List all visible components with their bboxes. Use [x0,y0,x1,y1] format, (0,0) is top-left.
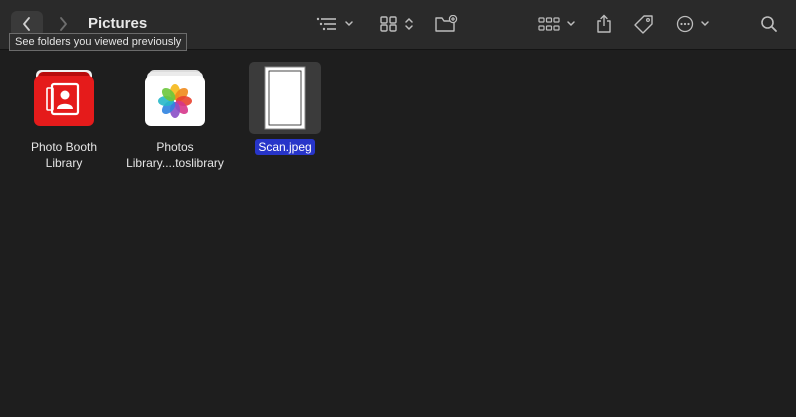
more-icon [676,15,694,33]
grid-view-icon [380,16,397,32]
share-icon [597,14,611,33]
up-down-chevron-icon [405,17,413,31]
more-actions-button[interactable] [676,12,710,36]
file-label: Scan.jpeg [255,139,315,155]
view-mode-button[interactable] [380,12,414,36]
chevron-left-icon [23,17,30,31]
back-button-tooltip: See folders you viewed previously [9,33,188,51]
document-thumbnail-icon [264,66,306,130]
photo-booth-library-icon [34,70,94,126]
file-label: Photo Booth Library [31,139,97,171]
file-item-scan-jpeg[interactable]: Scan.jpeg [235,62,335,155]
chevron-down-icon [567,21,575,27]
sort-options-button[interactable] [316,12,354,36]
photos-library-icon [145,70,205,126]
file-item-photos-library[interactable]: Photos Library....toslibrary [125,62,225,171]
tag-icon [634,15,653,34]
file-item-photo-booth-library[interactable]: Photo Booth Library [14,62,114,171]
file-label-line: Photos [156,140,194,154]
list-view-icon [316,17,336,31]
chevron-down-icon [345,21,353,27]
file-label: Photos Library....toslibrary [126,139,224,171]
tag-button[interactable] [634,12,654,36]
window-title: Pictures [88,15,148,32]
search-icon [761,16,777,32]
file-label-line: Photo Booth [30,140,98,154]
file-thumbnail [139,62,211,134]
finder-window: Pictures See folders you viewed previous… [0,0,796,417]
chevron-down-icon [701,21,709,27]
new-folder-icon [435,15,458,32]
new-folder-button[interactable] [434,12,458,36]
group-button[interactable] [538,12,576,36]
file-thumbnail [249,62,321,134]
search-button[interactable] [760,12,778,36]
file-thumbnail [28,62,100,134]
group-icon [538,17,560,31]
file-icon-grid: Photo Booth Library Photos Library....to… [0,50,796,417]
chevron-right-icon [60,17,67,31]
file-label-line: Library....toslibrary [126,156,224,170]
file-label-line: Library [45,156,83,170]
share-button[interactable] [596,12,612,36]
